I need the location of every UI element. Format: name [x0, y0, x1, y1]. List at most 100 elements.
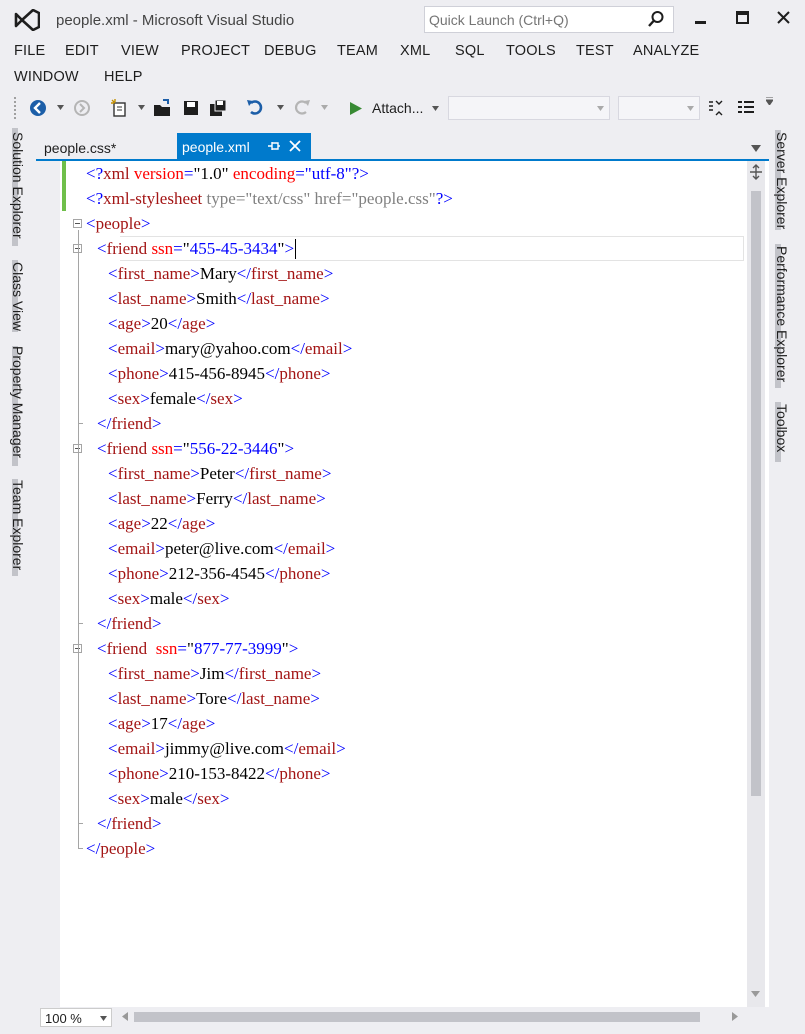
split-window-icon[interactable] — [749, 164, 763, 180]
code-token: people — [100, 839, 146, 858]
code-line: <sex>female</sex> — [108, 386, 243, 411]
quick-launch-input[interactable] — [429, 10, 639, 30]
menu-project[interactable]: PROJECT — [181, 43, 250, 59]
toolbar-overflow-icon[interactable] — [766, 97, 773, 105]
code-token: phone — [117, 364, 160, 383]
menu-window[interactable]: WINDOW — [14, 69, 79, 85]
menu-tools[interactable]: TOOLS — [506, 43, 556, 59]
class-view-tab[interactable]: Class View — [10, 262, 26, 331]
solution-platform-combo[interactable] — [618, 96, 700, 120]
navigate-forward-icon[interactable] — [72, 98, 92, 118]
team-explorer-tab[interactable]: Team Explorer — [10, 480, 26, 570]
redo-dropdown-icon[interactable] — [321, 105, 328, 110]
code-token: <? — [86, 189, 104, 208]
code-token: 17 — [150, 714, 168, 733]
navigate-back-icon[interactable] — [28, 98, 48, 118]
code-token: 415-456-8945 — [168, 364, 266, 383]
redo-icon[interactable] — [291, 98, 311, 118]
zoom-combo[interactable]: 100 % — [40, 1008, 112, 1027]
menu-sql[interactable]: SQL — [455, 43, 485, 59]
code-line: <phone>210-153-8422</phone> — [108, 761, 331, 786]
code-token: > — [141, 314, 151, 333]
menu-debug[interactable]: DEBUG — [264, 43, 317, 59]
code-token: phone — [117, 564, 160, 583]
save-all-icon[interactable] — [208, 98, 228, 118]
attach-button[interactable]: Attach... — [348, 96, 444, 120]
maximize-button[interactable] — [732, 8, 754, 28]
code-token: ssn — [151, 439, 174, 458]
horizontal-scroll-thumb[interactable] — [134, 1012, 700, 1022]
code-token: last_name — [241, 689, 311, 708]
menu-file[interactable]: FILE — [14, 43, 45, 59]
scroll-left-icon[interactable] — [122, 1012, 128, 1021]
menu-xml[interactable]: XML — [400, 43, 430, 59]
property-manager-tab[interactable]: Property Manager — [10, 346, 26, 458]
solution-explorer-tab[interactable]: Solution Explorer — [10, 132, 26, 239]
code-token: </ — [265, 764, 280, 783]
outline-end — [78, 848, 83, 849]
toolbox-tab[interactable]: Toolbox — [774, 404, 790, 452]
undo-icon[interactable] — [246, 98, 266, 118]
code-token: mary@yahoo.com — [164, 339, 291, 358]
tab-people-xml[interactable]: people.xml — [177, 133, 311, 159]
scroll-right-icon[interactable] — [732, 1012, 738, 1021]
editor-margin — [36, 161, 60, 1007]
code-token: </ — [167, 514, 183, 533]
code-token: Ferry — [196, 489, 233, 508]
undo-dropdown-icon[interactable] — [277, 105, 284, 110]
attach-dropdown-icon[interactable] — [432, 106, 439, 111]
format-list-icon[interactable] — [736, 98, 756, 118]
save-icon[interactable] — [181, 98, 201, 118]
code-token: 877-77-3999 — [193, 639, 282, 658]
close-tab-icon[interactable] — [289, 140, 301, 152]
new-project-icon[interactable] — [110, 98, 130, 118]
xml-editor[interactable]: <?xml version="1.0" encoding="utf-8"?> <?… — [36, 161, 769, 1007]
menu-view[interactable]: VIEW — [121, 43, 159, 59]
code-token: xml — [103, 164, 130, 183]
code-token: " — [182, 239, 190, 258]
menu-help[interactable]: HELP — [104, 69, 143, 85]
collapse-toggle-icon[interactable] — [73, 219, 82, 228]
minimize-button[interactable] — [690, 8, 712, 28]
code-token: last_name — [117, 289, 187, 308]
toolbar-options-icon[interactable] — [706, 98, 726, 118]
code-line: <last_name>Tore</last_name> — [108, 686, 320, 711]
solution-configuration-combo[interactable] — [448, 96, 610, 120]
code-token: <? — [86, 164, 104, 183]
tab-people-css[interactable]: people.css* — [44, 133, 178, 159]
close-window-button[interactable] — [773, 8, 795, 28]
performance-explorer-tab[interactable]: Performance Explorer — [774, 246, 790, 382]
code-token: phone — [117, 764, 160, 783]
quick-launch-box[interactable] — [424, 6, 674, 33]
vertical-scroll-thumb[interactable] — [751, 191, 761, 796]
vertical-scrollbar[interactable] — [747, 161, 765, 1007]
menu-team[interactable]: TEAM — [337, 43, 378, 59]
new-dropdown-icon[interactable] — [138, 105, 145, 110]
menu-test[interactable]: TEST — [576, 43, 614, 59]
code-token: phone — [279, 564, 321, 583]
code-token: < — [108, 364, 118, 383]
code-token: > — [151, 614, 162, 633]
back-dropdown-icon[interactable] — [57, 105, 64, 110]
scroll-down-icon[interactable] — [751, 991, 760, 997]
open-file-icon[interactable] — [152, 98, 172, 118]
code-token: 455-45-3434 — [189, 239, 278, 258]
menu-analyze[interactable]: ANALYZE — [633, 43, 699, 59]
code-token: 210-153-8422 — [168, 764, 266, 783]
search-icon[interactable] — [647, 10, 665, 28]
tab-list-dropdown-icon[interactable] — [751, 145, 761, 152]
code-token: < — [108, 739, 118, 758]
toolbar-grip[interactable] — [13, 96, 17, 120]
code-token: > — [190, 464, 200, 483]
code-token: sex — [117, 589, 141, 608]
window-title: people.xml - Microsoft Visual Studio — [56, 12, 295, 29]
code-line: <phone>415-456-8945</phone> — [108, 361, 331, 386]
menu-edit[interactable]: EDIT — [65, 43, 99, 59]
code-token: first_name — [238, 664, 312, 683]
code-token: people — [95, 214, 141, 233]
code-token: email — [117, 339, 156, 358]
pin-icon[interactable] — [267, 140, 281, 152]
document-tab-well: people.css* people.xml — [36, 133, 769, 159]
server-explorer-tab[interactable]: Server Explorer — [774, 132, 790, 229]
code-token: > — [320, 764, 331, 783]
